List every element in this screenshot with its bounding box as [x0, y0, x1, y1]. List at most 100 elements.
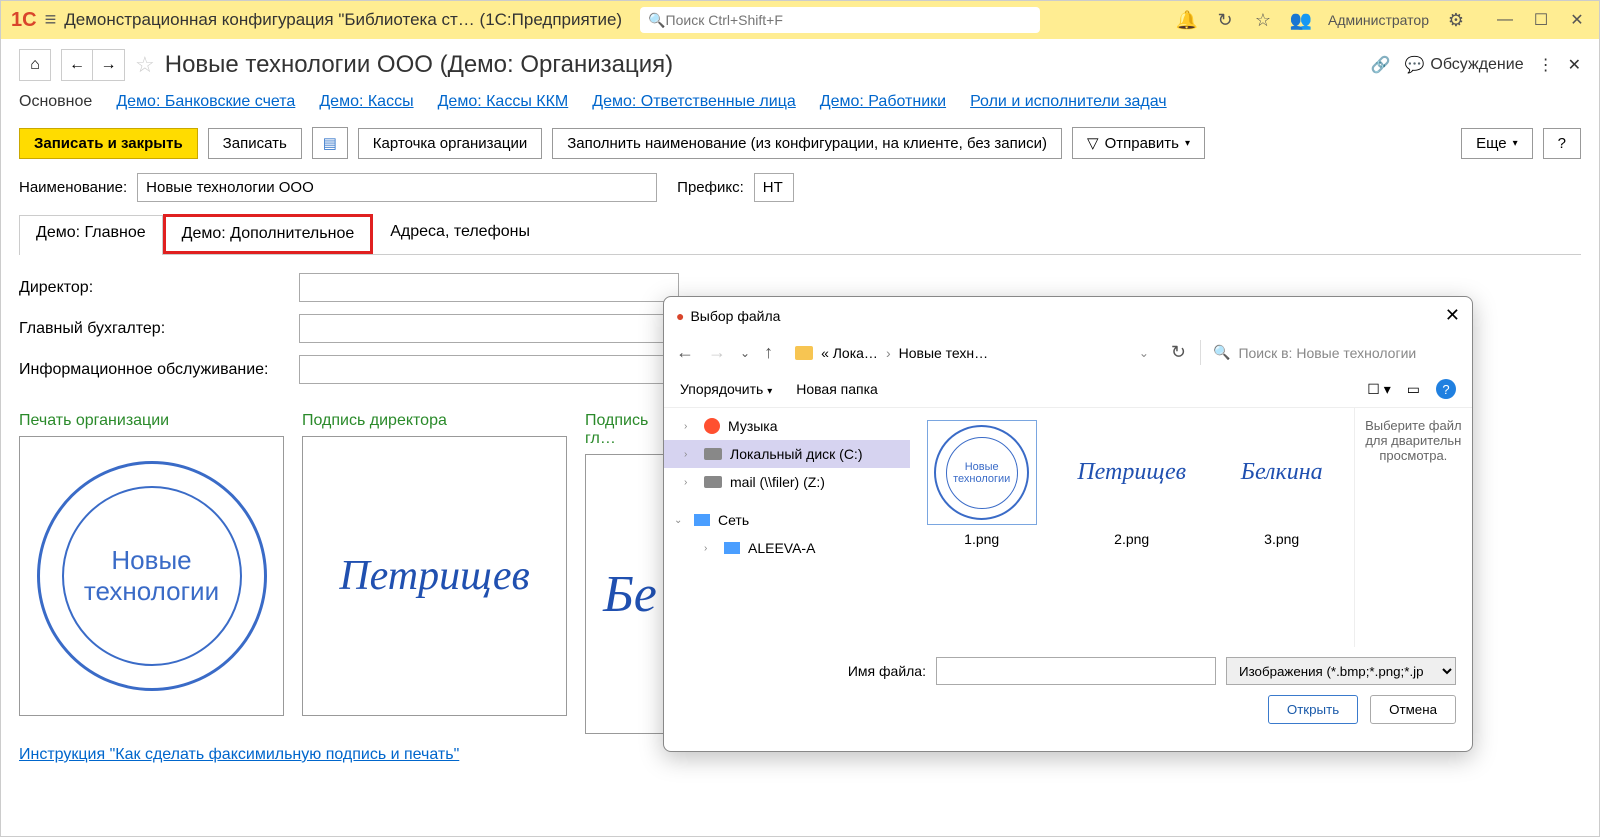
- help-icon[interactable]: ?: [1436, 379, 1456, 399]
- file-item-1[interactable]: Новыетехнологии 1.png: [922, 420, 1042, 635]
- page-title: Новые технологии ООО (Демо: Организация): [165, 51, 673, 79]
- tabs: Демо: Главное Демо: Дополнительное Адрес…: [19, 214, 1581, 255]
- link-icon[interactable]: 🔗: [1371, 55, 1391, 75]
- dialog-up-button[interactable]: ↑: [764, 342, 773, 363]
- stamp-label: Печать организации: [19, 412, 284, 430]
- toolbar: Записать и закрыть Записать ▤ Карточка о…: [19, 127, 1581, 159]
- dialog-history-dropdown[interactable]: ⌄: [740, 346, 750, 360]
- section-nav: Основное Демо: Банковские счета Демо: Ка…: [19, 93, 1581, 111]
- sig1-image[interactable]: Петрищев: [302, 436, 567, 716]
- dialog-forward-button[interactable]: →: [708, 342, 726, 363]
- dialog-logo-icon: ●: [676, 308, 684, 324]
- filter-select[interactable]: Изображения (*.bmp;*.png;*.jp: [1226, 657, 1456, 685]
- nav-kkm[interactable]: Демо: Кассы ККМ: [438, 93, 569, 111]
- accountant-label: Главный бухгалтер:: [19, 320, 289, 338]
- stamp-image[interactable]: Новыетехнологии: [19, 436, 284, 716]
- app-title: Демонстрационная конфигурация "Библиотек…: [64, 10, 622, 30]
- instruction-link[interactable]: Инструкция "Как сделать факсимильную под…: [19, 746, 459, 764]
- discussion-link[interactable]: 💬 Обсуждение: [1404, 55, 1523, 75]
- cancel-button[interactable]: Отмена: [1370, 695, 1456, 724]
- kebab-icon[interactable]: ⋮: [1538, 55, 1554, 75]
- name-input[interactable]: [137, 173, 657, 202]
- favorite-icon[interactable]: ☆: [135, 52, 155, 78]
- tree-music[interactable]: ›Музыка: [664, 412, 910, 440]
- file-dialog: ● Выбор файла ✕ ← → ⌄ ↑ « Лока… › Новые …: [663, 296, 1473, 752]
- accountant-input[interactable]: [299, 314, 679, 343]
- infoservice-input[interactable]: [299, 355, 679, 384]
- name-label: Наименование:: [19, 179, 127, 196]
- breadcrumb[interactable]: « Лока… › Новые техн… ⌄: [787, 341, 1157, 365]
- sig2-image[interactable]: Бе: [585, 454, 675, 734]
- search-icon: 🔍: [1213, 344, 1230, 361]
- nav-resp[interactable]: Демо: Ответственные лица: [592, 93, 796, 111]
- folder-icon: [795, 346, 813, 360]
- tree-mail[interactable]: ›mail (\\filer) (Z:): [664, 468, 910, 496]
- save-close-button[interactable]: Записать и закрыть: [19, 128, 198, 159]
- star-icon[interactable]: ☆: [1252, 9, 1274, 31]
- close-page-button[interactable]: ✕: [1568, 55, 1581, 75]
- forward-button[interactable]: →: [93, 49, 125, 81]
- nav-bank[interactable]: Демо: Банковские счета: [116, 93, 295, 111]
- music-icon: [704, 418, 720, 434]
- dialog-back-button[interactable]: ←: [676, 342, 694, 363]
- maximize-button[interactable]: ☐: [1529, 8, 1553, 32]
- search-icon: 🔍: [648, 12, 665, 29]
- fill-name-button[interactable]: Заполнить наименование (из конфигурации,…: [552, 128, 1062, 159]
- file-item-3[interactable]: Белкина 3.png: [1222, 420, 1342, 635]
- preview-pane: Выберите файл для дварительн просмотра.: [1354, 408, 1472, 647]
- tab-addresses[interactable]: Адреса, телефоны: [373, 214, 547, 254]
- dialog-close-button[interactable]: ✕: [1445, 305, 1460, 326]
- tab-main[interactable]: Демо: Главное: [19, 215, 163, 255]
- history-icon[interactable]: ↻: [1214, 9, 1236, 31]
- tree-localdisk[interactable]: ›Локальный диск (C:): [664, 440, 910, 468]
- bell-icon[interactable]: 🔔: [1176, 9, 1198, 31]
- dialog-title: Выбор файла: [690, 308, 780, 324]
- preview-toggle-button[interactable]: ▭: [1407, 381, 1420, 398]
- open-button[interactable]: Открыть: [1268, 695, 1358, 724]
- back-button[interactable]: ←: [61, 49, 93, 81]
- chevron-down-icon[interactable]: ⌄: [1139, 346, 1149, 360]
- more-button[interactable]: Еще ▾: [1461, 128, 1533, 159]
- user-label[interactable]: Администратор: [1328, 12, 1429, 28]
- sig1-label: Подпись директора: [302, 412, 567, 430]
- global-search[interactable]: 🔍: [640, 7, 1040, 33]
- org-card-button[interactable]: Карточка организации: [358, 128, 542, 159]
- infoservice-label: Информационное обслуживание:: [19, 361, 289, 379]
- file-list: Новыетехнологии 1.png Петрищев 2.png Бел…: [910, 408, 1354, 647]
- menu-icon[interactable]: ≡: [45, 9, 57, 32]
- nav-workers[interactable]: Демо: Работники: [820, 93, 946, 111]
- close-button[interactable]: ✕: [1565, 8, 1589, 32]
- filename-input[interactable]: [936, 657, 1216, 685]
- nav-kass[interactable]: Демо: Кассы: [319, 93, 413, 111]
- director-label: Директор:: [19, 279, 289, 297]
- tree-network[interactable]: ⌄Сеть: [664, 506, 910, 534]
- computer-icon: [724, 542, 740, 554]
- tree-host[interactable]: ›ALEEVA-A: [664, 534, 910, 562]
- dialog-search[interactable]: 🔍 Поиск в: Новые технологии: [1200, 340, 1460, 365]
- prefix-label: Префикс:: [677, 179, 744, 196]
- list-icon-button[interactable]: ▤: [312, 127, 348, 159]
- search-input[interactable]: [666, 12, 1033, 28]
- users-icon[interactable]: 👥: [1290, 9, 1312, 31]
- save-button[interactable]: Записать: [208, 128, 302, 159]
- minimize-button[interactable]: —: [1493, 8, 1517, 32]
- view-button[interactable]: ☐ ▾: [1367, 381, 1390, 398]
- refresh-button[interactable]: ↻: [1171, 342, 1186, 363]
- prefix-input[interactable]: [754, 173, 794, 202]
- settings-icon[interactable]: ⚙: [1445, 9, 1467, 31]
- network-icon: [694, 514, 710, 526]
- sig2-label: Подпись гл…: [585, 412, 675, 448]
- home-button[interactable]: ⌂: [19, 49, 51, 81]
- send-button[interactable]: ▽ Отправить ▾: [1072, 127, 1205, 159]
- disk-icon: [704, 476, 722, 488]
- nav-main[interactable]: Основное: [19, 93, 92, 111]
- organize-button[interactable]: Упорядочить ▾: [680, 381, 772, 397]
- nav-roles[interactable]: Роли и исполнители задач: [970, 93, 1167, 111]
- new-folder-button[interactable]: Новая папка: [796, 381, 878, 397]
- help-button[interactable]: ?: [1543, 128, 1581, 159]
- titlebar: 1C ≡ Демонстрационная конфигурация "Библ…: [1, 1, 1599, 39]
- tab-additional[interactable]: Демо: Дополнительное: [163, 214, 374, 254]
- file-item-2[interactable]: Петрищев 2.png: [1072, 420, 1192, 635]
- filename-label: Имя файла:: [848, 663, 926, 679]
- director-input[interactable]: [299, 273, 679, 302]
